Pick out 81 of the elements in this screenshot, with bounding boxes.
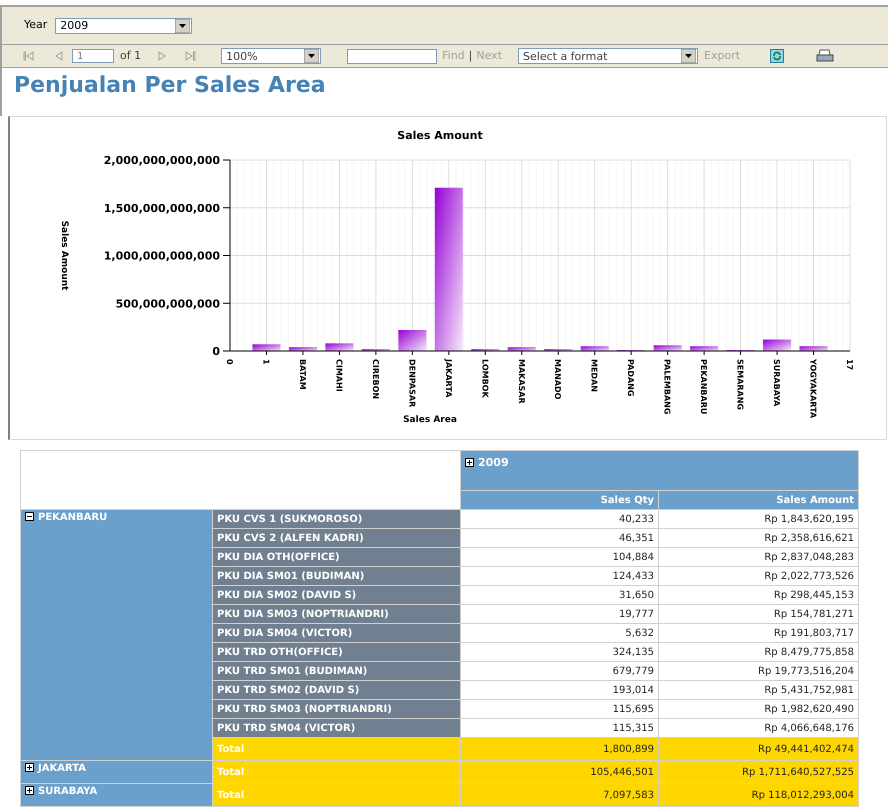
sales-amount-cell: Rp 154,781,271 [658, 604, 858, 624]
x-category-label: PALEMBANG [662, 359, 672, 414]
sales-qty-cell: 31,650 [460, 586, 658, 604]
area-label: PEKANBARU [38, 512, 108, 523]
area-label: JAKARTA [38, 763, 86, 774]
x-category-label: BATAM [298, 359, 307, 390]
y-tick-label: 500,000,000,000 [116, 297, 220, 310]
sales-amount-cell: Rp 8,479,775,858 [658, 642, 858, 662]
total-amount-cell: Rp 118,012,293,004 [658, 784, 858, 806]
sales-amount-cell: Rp 2,022,773,526 [658, 566, 858, 586]
x-category-label: MANADO [553, 359, 562, 400]
x-category-label: PADANG [626, 359, 636, 396]
x-category-label: SEMARANG [736, 359, 745, 410]
y-axis-title: Sales Amount [59, 220, 69, 290]
y-tick-label: 1,500,000,000,000 [104, 202, 220, 215]
total-qty-cell: 1,800,899 [460, 738, 658, 760]
chart-title: Sales Amount [397, 129, 483, 142]
total-label-cell: Total [212, 760, 460, 784]
salesman-cell: PKU CVS 1 (SUKMOROSO) [212, 510, 460, 528]
report-title: Penjualan Per Sales Area [14, 72, 327, 100]
y-tick-label: 2,000,000,000,000 [104, 154, 220, 167]
x-category-label: YOGYAKARTA [808, 359, 818, 418]
x-category-label: JAKARTA [444, 359, 453, 398]
column-header: Sales Qty [460, 490, 658, 510]
salesman-cell: PKU TRD SM03 (NOPTRIANDRI) [212, 700, 460, 718]
x-category-label: PEKANBARU [699, 359, 708, 414]
total-qty-cell: 7,097,583 [460, 784, 658, 806]
sales-amount-cell: Rp 191,803,717 [658, 624, 858, 642]
sales-amount-cell: Rp 298,445,153 [658, 586, 858, 604]
salesman-cell: PKU DIA SM01 (BUDIMAN) [212, 566, 460, 586]
x-category-label: MEDAN [590, 359, 599, 392]
salesman-cell: PKU CVS 2 (ALFEN KADRI) [212, 528, 460, 548]
sales-amount-cell: Rp 1,843,620,195 [658, 510, 858, 528]
salesman-cell: PKU TRD SM02 (DAVID S) [212, 680, 460, 700]
sales-amount-cell: Rp 19,773,516,204 [658, 662, 858, 680]
sales-qty-cell: 124,433 [460, 566, 658, 586]
sales-amount-cell: Rp 4,066,648,176 [658, 718, 858, 738]
salesman-cell: PKU DIA OTH(OFFICE) [212, 548, 460, 566]
sales-qty-cell: 19,777 [460, 604, 658, 624]
sales-amount-cell: Rp 2,837,048,283 [658, 548, 858, 566]
sales-qty-cell: 324,135 [460, 642, 658, 662]
salesman-cell: PKU DIA SM03 (NOPTRIANDRI) [212, 604, 460, 624]
total-label-cell: Total [212, 784, 460, 806]
x-axis-start-label: 0 [225, 359, 234, 365]
separator-text: | [468, 48, 472, 64]
sales-qty-cell: 104,884 [460, 548, 658, 566]
total-amount-cell: Rp 1,711,640,527,525 [658, 760, 858, 784]
y-tick-label: 1,000,000,000,000 [104, 250, 220, 262]
sales-qty-cell: 5,632 [460, 624, 658, 642]
salesman-cell: PKU DIA SM04 (VICTOR) [212, 624, 460, 642]
x-category-label: DENPASAR [407, 359, 416, 408]
sales-qty-cell: 679,779 [460, 662, 658, 680]
x-axis-title: Sales Area [403, 415, 457, 425]
sales-amount-cell: Rp 1,982,620,490 [658, 700, 858, 718]
year-header-label: 2009 [478, 456, 509, 469]
x-category-label: CIREBON [370, 359, 380, 400]
salesman-cell: PKU DIA SM02 (DAVID S) [212, 586, 460, 604]
total-label-cell: Total [212, 738, 460, 760]
sales-qty-cell: 40,233 [460, 510, 658, 528]
sales-amount-cell: Rp 5,431,752,981 [658, 680, 858, 700]
year-label: Year [24, 17, 48, 34]
x-category-label: SURABAYA [772, 359, 782, 406]
salesman-cell: PKU TRD SM01 (BUDIMAN) [212, 662, 460, 680]
sales-qty-cell: 115,315 [460, 718, 658, 738]
y-tick-label: 0 [212, 345, 220, 358]
x-category-label: 1 [261, 359, 270, 365]
sales-qty-cell: 46,351 [460, 528, 658, 548]
x-category-label: MAKASAR [516, 359, 526, 404]
salesman-cell: PKU TRD OTH(OFFICE) [212, 642, 460, 662]
area-label: SURABAYA [38, 786, 98, 797]
page-count: of 1 [120, 48, 142, 64]
sales-qty-cell: 193,014 [460, 680, 658, 700]
column-header: Sales Amount [658, 490, 858, 510]
sales-qty-cell: 115,695 [460, 700, 658, 718]
salesman-cell: PKU TRD SM04 (VICTOR) [212, 718, 460, 738]
x-category-label: LOMBOK [480, 359, 490, 398]
x-axis-end-label: 17 [845, 359, 854, 370]
total-amount-cell: Rp 49,441,402,474 [658, 738, 858, 760]
total-qty-cell: 105,446,501 [460, 760, 658, 784]
sales-amount-cell: Rp 2,358,616,621 [658, 528, 858, 548]
x-category-label: CIMAHI [334, 359, 344, 392]
